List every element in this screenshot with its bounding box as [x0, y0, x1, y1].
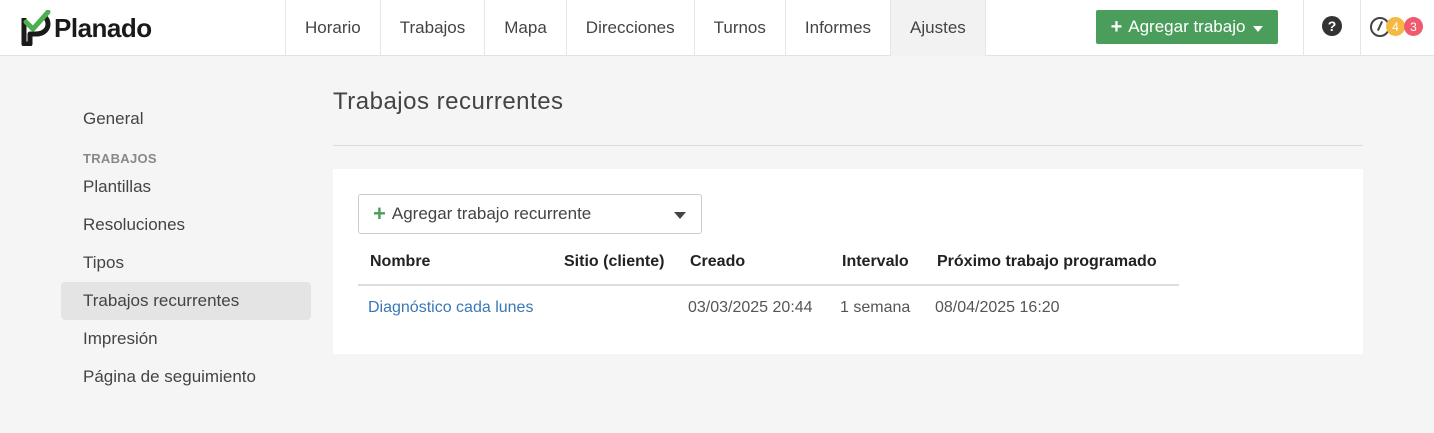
column-header-sitio[interactable]: Sitio (cliente): [552, 239, 678, 286]
sidebar-item-general[interactable]: General: [61, 100, 311, 138]
sidebar-item-tipos[interactable]: Tipos: [61, 244, 311, 282]
top-bar: Planado Horario Trabajos Mapa Direccione…: [0, 0, 1434, 56]
sidebar-item-trabajos-recurrentes[interactable]: Trabajos recurrentes: [61, 282, 311, 320]
column-header-intervalo[interactable]: Intervalo: [830, 239, 925, 286]
logo-text: Planado: [54, 12, 152, 43]
notification-badge-yellow[interactable]: 4: [1386, 17, 1405, 36]
sidebar-item-plantillas[interactable]: Plantillas: [61, 168, 311, 206]
sidebar-item-impresion[interactable]: Impresión: [61, 320, 311, 358]
recurring-jobs-card: + Agregar trabajo recurrente Nombre Siti…: [333, 169, 1363, 354]
settings-sidebar: General TRABAJOS Plantillas Resoluciones…: [61, 100, 311, 396]
job-link[interactable]: Diagnóstico cada lunes: [368, 299, 533, 316]
question-circle-icon[interactable]: ?: [1322, 16, 1342, 36]
cell-next: 08/04/2025 16:20: [935, 299, 1060, 316]
column-header-nombre[interactable]: Nombre: [358, 239, 552, 286]
add-job-label: Agregar trabajo: [1128, 17, 1246, 36]
page-title: Trabajos recurrentes: [333, 88, 564, 115]
cell-interval: 1 semana: [840, 299, 911, 316]
nav-item-horario[interactable]: Horario: [285, 0, 380, 56]
nav-item-ajustes[interactable]: Ajustes: [890, 0, 986, 56]
nav-item-informes[interactable]: Informes: [784, 0, 890, 56]
nav-item-direcciones[interactable]: Direcciones: [565, 0, 694, 56]
table-row[interactable]: Diagnóstico cada lunes 03/03/2025 20:44 …: [358, 285, 1179, 330]
planado-logo-icon: [21, 10, 51, 46]
plus-icon: +: [1110, 15, 1123, 38]
nav-item-turnos[interactable]: Turnos: [693, 0, 785, 56]
column-header-proximo[interactable]: Próximo trabajo programado: [925, 239, 1179, 286]
caret-down-icon: [674, 212, 686, 219]
nav-item-trabajos[interactable]: Trabajos: [379, 0, 485, 56]
column-header-creado[interactable]: Creado: [678, 239, 830, 286]
cell-created: 03/03/2025 20:44: [688, 299, 813, 316]
recurring-jobs-table: Nombre Sitio (cliente) Creado Intervalo …: [358, 239, 1179, 330]
notification-badge-red[interactable]: 3: [1404, 17, 1423, 36]
divider: [1360, 0, 1361, 56]
main-nav: Horario Trabajos Mapa Direcciones Turnos…: [285, 0, 986, 56]
add-job-button[interactable]: + Agregar trabajo: [1096, 10, 1278, 44]
divider: [1303, 0, 1304, 56]
cell-name: Diagnóstico cada lunes: [358, 285, 552, 330]
title-divider: [333, 145, 1363, 146]
sidebar-item-pagina-seguimiento[interactable]: Página de seguimiento: [61, 358, 311, 396]
table-header-row: Nombre Sitio (cliente) Creado Intervalo …: [358, 239, 1179, 286]
add-recurring-job-label: Agregar trabajo recurrente: [391, 204, 592, 223]
add-recurring-job-dropdown[interactable]: + Agregar trabajo recurrente: [358, 194, 702, 234]
cell-site: [552, 285, 678, 330]
sidebar-section-trabajos: TRABAJOS: [83, 151, 157, 166]
nav-item-mapa[interactable]: Mapa: [484, 0, 566, 56]
plus-icon: +: [373, 201, 386, 226]
sidebar-item-resoluciones[interactable]: Resoluciones: [61, 206, 311, 244]
logo[interactable]: Planado: [20, 10, 152, 46]
caret-down-icon: [1253, 25, 1264, 32]
